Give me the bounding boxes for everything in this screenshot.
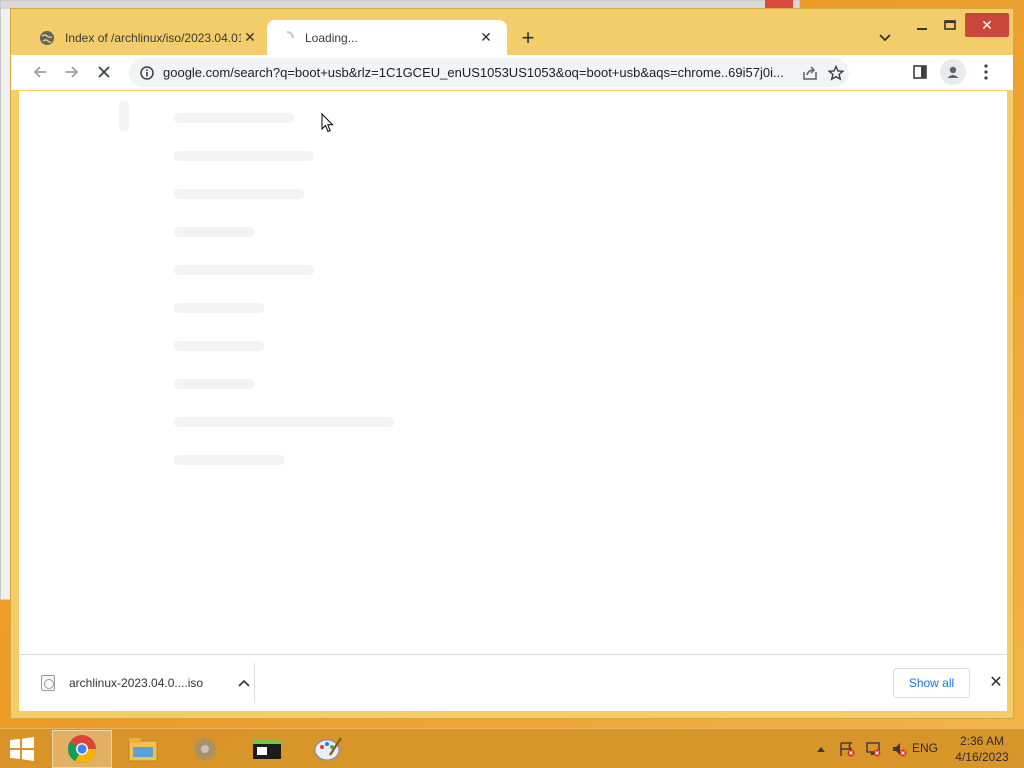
windows-start-icon[interactable] <box>6 735 38 763</box>
minimize-button[interactable] <box>909 13 935 37</box>
ghost-placeholder <box>119 101 129 131</box>
settings-taskbar-button[interactable] <box>175 730 235 768</box>
download-filename: archlinux-2023.04.0....iso <box>69 676 204 690</box>
ghost-placeholder <box>174 341 264 351</box>
ghost-placeholder <box>174 113 294 123</box>
disc-image-file-icon <box>41 675 55 691</box>
tab-loading[interactable]: Loading... ✕ <box>267 20 507 55</box>
clock-date: 4/16/2023 <box>955 750 1009 764</box>
input-language-indicator[interactable]: ENG <box>912 741 938 755</box>
browser-toolbar: google.com/search?q=boot+usb&rlz=1C1GCEU… <box>11 55 1013 90</box>
taskbar: ENG 2:36 AM 4/16/2023 <box>0 728 1024 768</box>
url-text[interactable]: google.com/search?q=boot+usb&rlz=1C1GCEU… <box>163 65 797 80</box>
taskbar-clock[interactable]: 2:36 AM 4/16/2023 <box>950 733 1014 765</box>
loading-spinner-icon <box>279 30 295 46</box>
forward-button[interactable] <box>57 57 87 87</box>
browser-window: Index of /archlinux/iso/2023.04.01/ ✕ Lo… <box>10 8 1014 719</box>
close-tab-icon[interactable]: ✕ <box>241 29 259 47</box>
profile-avatar-icon[interactable] <box>940 59 966 85</box>
side-panel-icon[interactable] <box>905 57 935 87</box>
network-icon[interactable] <box>864 740 882 758</box>
file-explorer-taskbar-button[interactable] <box>113 730 173 768</box>
chevron-up-icon[interactable] <box>234 673 254 693</box>
chrome-icon <box>68 735 96 763</box>
site-info-icon[interactable] <box>139 65 155 81</box>
ghost-placeholder <box>174 265 314 275</box>
tab-title: Index of /archlinux/iso/2023.04.01/ <box>65 30 241 45</box>
paint-icon <box>314 737 343 761</box>
action-center-flag-icon[interactable] <box>838 740 856 758</box>
terminal-icon <box>253 739 281 759</box>
show-hidden-icons-chevron-icon[interactable] <box>812 740 830 758</box>
bookmark-star-icon[interactable] <box>823 60 849 86</box>
close-tab-icon[interactable]: ✕ <box>477 29 495 47</box>
close-window-button[interactable]: ✕ <box>965 13 1009 37</box>
volume-muted-icon[interactable] <box>890 740 908 758</box>
settings-icon <box>194 738 216 760</box>
tab-search-chevron-icon[interactable] <box>873 26 897 50</box>
show-all-button[interactable]: Show all <box>893 668 970 698</box>
paint-taskbar-button[interactable] <box>298 730 358 768</box>
ghost-placeholder <box>174 379 254 389</box>
download-item[interactable]: archlinux-2023.04.0....iso <box>29 663 255 703</box>
ghost-placeholder <box>174 189 304 199</box>
stop-loading-button[interactable] <box>89 57 119 87</box>
back-button[interactable] <box>25 57 55 87</box>
ghost-placeholder <box>174 303 264 313</box>
share-icon[interactable] <box>797 60 823 86</box>
menu-kebab-icon[interactable] <box>971 57 1001 87</box>
terminal-taskbar-button[interactable] <box>237 730 297 768</box>
chrome-taskbar-button[interactable] <box>52 730 112 768</box>
file-explorer-icon <box>128 738 158 762</box>
tab-title: Loading... <box>305 30 358 45</box>
tab-archlinux-index[interactable]: Index of /archlinux/iso/2023.04.01/ ✕ <box>27 20 271 55</box>
page-content-loading <box>19 91 1007 654</box>
tab-strip: Index of /archlinux/iso/2023.04.01/ ✕ Lo… <box>11 9 1013 55</box>
download-bar: archlinux-2023.04.0....iso Show all ✕ <box>19 654 1007 711</box>
ghost-placeholder <box>174 227 254 237</box>
close-download-bar-icon[interactable]: ✕ <box>984 670 1008 694</box>
globe-icon <box>39 30 55 46</box>
clock-time: 2:36 AM <box>959 734 1005 748</box>
ghost-placeholder <box>174 151 314 161</box>
maximize-button[interactable] <box>937 13 963 37</box>
mouse-pointer-icon <box>321 113 334 133</box>
ghost-placeholder <box>174 455 284 465</box>
system-tray <box>812 739 908 759</box>
new-tab-button[interactable]: + <box>515 25 541 51</box>
ghost-placeholder <box>174 417 394 427</box>
address-bar[interactable]: google.com/search?q=boot+usb&rlz=1C1GCEU… <box>129 58 849 87</box>
